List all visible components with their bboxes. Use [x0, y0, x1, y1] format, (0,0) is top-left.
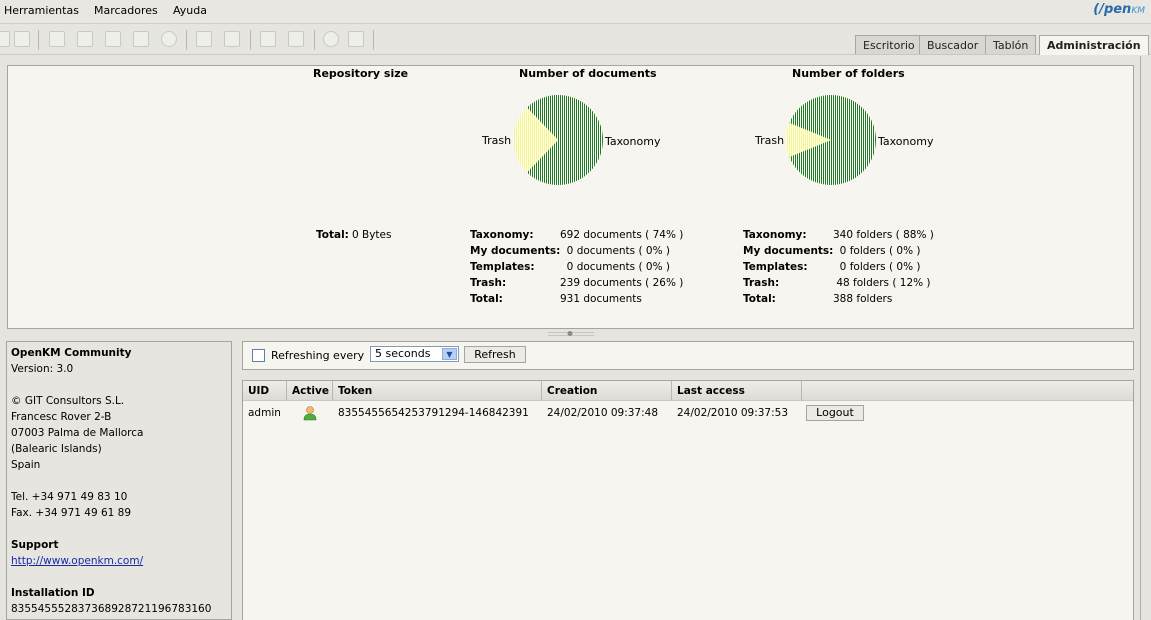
menu-bar: Herramientas Marcadores Ayuda (/penKM: [0, 0, 1151, 24]
refresh-interval-select[interactable]: 5 seconds ▼: [370, 346, 459, 362]
toolbar-separator: [38, 30, 39, 50]
installation-id: 835545552837368928721196783160: [11, 603, 212, 615]
documents-pie-chart: [513, 95, 603, 185]
column-header-uid[interactable]: UID: [243, 381, 287, 401]
window-scrollbar[interactable]: [1140, 56, 1151, 620]
folders-stat-label: Taxonomy:: [743, 229, 807, 241]
tab-escritorio[interactable]: Escritorio: [855, 35, 923, 54]
documents-stat-label: My documents:: [470, 245, 561, 257]
toolbar-separator: [373, 30, 374, 50]
documents-stat-value: 931 documents: [560, 293, 642, 305]
folders-stat-value: 0 folders ( 0% ): [833, 245, 921, 257]
documents-stat-value: 0 documents ( 0% ): [560, 261, 671, 273]
repository-stats-panel: Repository size Number of documents Numb…: [7, 65, 1134, 329]
support-label: Support: [11, 539, 59, 551]
documents-stat-label: Templates:: [470, 261, 535, 273]
address-line-2: 07003 Palma de Mallorca: [11, 427, 144, 439]
fax: Fax. +34 971 49 61 89: [11, 507, 132, 519]
chevron-down-icon[interactable]: ▼: [442, 348, 457, 360]
toolbar-separator: [186, 30, 187, 50]
documents-stat-label: Taxonomy:: [470, 229, 534, 241]
installation-id-label: Installation ID: [11, 587, 95, 599]
menu-ayuda[interactable]: Ayuda: [173, 4, 207, 17]
table-header: UID Active Token Creation Last access: [243, 381, 1133, 401]
checkin-icon[interactable]: [133, 31, 149, 47]
column-header-creation[interactable]: Creation: [542, 381, 672, 401]
documents-stat-value: 692 documents ( 74% ): [560, 229, 684, 241]
copyright: © GIT Consultors S.L.: [11, 395, 125, 407]
session-creation: 24/02/2010 09:37:48: [547, 407, 659, 419]
toolbar-separator: [314, 30, 315, 50]
menu-herramientas[interactable]: Herramientas: [4, 4, 79, 17]
support-link[interactable]: http://www.openkm.com/: [11, 555, 143, 567]
address-country: Spain: [11, 459, 41, 471]
auto-refresh-checkbox[interactable]: [252, 349, 265, 362]
remove-subscription-icon[interactable]: [288, 31, 304, 47]
tab-administracion[interactable]: Administración: [1039, 35, 1149, 55]
add-property-group-icon[interactable]: [196, 31, 212, 47]
column-header-active[interactable]: Active: [287, 381, 333, 401]
lock-icon[interactable]: [0, 31, 10, 47]
repository-total-value: 0 Bytes: [352, 229, 392, 241]
product-name: OpenKM Community: [11, 347, 132, 359]
logout-button[interactable]: Logout: [806, 405, 864, 421]
openkm-logo: (/penKM: [1093, 2, 1145, 17]
edit-document-icon[interactable]: [77, 31, 93, 47]
unlock-icon[interactable]: [14, 31, 30, 47]
telephone: Tel. +34 971 49 83 10: [11, 491, 128, 503]
folders-stat-value: 388 folders: [833, 293, 893, 305]
folders-pie-label-trash: Trash: [755, 134, 785, 147]
documents-chart-title: Number of documents: [519, 67, 657, 80]
user-icon: [303, 406, 317, 421]
repository-size-title: Repository size: [313, 67, 409, 80]
menu-marcadores[interactable]: Marcadores: [94, 4, 158, 17]
cancel-checkout-icon[interactable]: [161, 31, 177, 47]
documents-pie-label-taxonomy: Taxonomy: [605, 135, 661, 148]
folders-stat-value: 0 folders ( 0% ): [833, 261, 921, 273]
checkout-icon[interactable]: [105, 31, 121, 47]
refresh-bar: Refreshing every 5 seconds ▼ Refresh: [242, 341, 1134, 370]
refresh-button[interactable]: Refresh: [464, 346, 526, 363]
sessions-table: UID Active Token Creation Last access ad…: [242, 380, 1134, 620]
toolbar-separator: [250, 30, 251, 50]
session-uid: admin: [248, 407, 281, 419]
remove-property-group-icon[interactable]: [224, 31, 240, 47]
column-header-token[interactable]: Token: [333, 381, 542, 401]
folders-stat-label: Total:: [743, 293, 776, 305]
panel-splitter-handle[interactable]: [548, 331, 594, 337]
folders-stat-value: 48 folders ( 12% ): [833, 277, 931, 289]
tab-buscador[interactable]: Buscador: [919, 35, 987, 54]
address-line-1: Francesc Rover 2-B: [11, 411, 112, 423]
folders-stat-label: Templates:: [743, 261, 808, 273]
refresh-interval-value: 5 seconds: [375, 347, 431, 360]
documents-stat-label: Total:: [470, 293, 503, 305]
documents-pie-label-trash: Trash: [482, 134, 512, 147]
add-subscription-icon[interactable]: [260, 31, 276, 47]
add-document-icon[interactable]: [49, 31, 65, 47]
documents-stat-label: Trash:: [470, 277, 507, 289]
home-icon[interactable]: [348, 31, 364, 47]
refresh-icon[interactable]: [323, 31, 339, 47]
session-last-access: 24/02/2010 09:37:53: [677, 407, 789, 419]
folders-pie-label-taxonomy: Taxonomy: [878, 135, 934, 148]
address-line-3: (Balearic Islands): [11, 443, 102, 455]
repository-total-label: Total:: [316, 229, 349, 241]
tab-tablon[interactable]: Tablón: [985, 35, 1037, 54]
folders-stat-value: 340 folders ( 88% ): [833, 229, 934, 241]
about-panel: OpenKM Community Version: 3.0 © GIT Cons…: [6, 341, 232, 620]
documents-stat-value: 0 documents ( 0% ): [560, 245, 671, 257]
documents-stat-value: 239 documents ( 26% ): [560, 277, 684, 289]
column-header-last-access[interactable]: Last access: [672, 381, 802, 401]
folders-stat-label: My documents:: [743, 245, 834, 257]
session-token: 8355455654253791294-146842391: [338, 407, 529, 419]
folders-chart-title: Number of folders: [792, 67, 905, 80]
product-version: Version: 3.0: [11, 363, 74, 375]
folders-pie-chart: [786, 95, 876, 185]
folders-stat-label: Trash:: [743, 277, 780, 289]
refresh-label: Refreshing every: [271, 349, 365, 362]
